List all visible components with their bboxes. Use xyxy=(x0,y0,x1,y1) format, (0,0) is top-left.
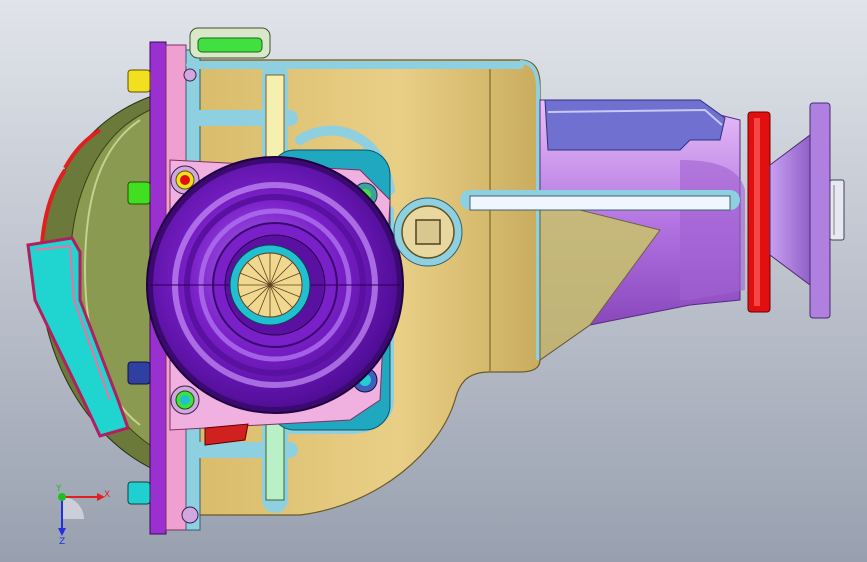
yellow-bolt-icon xyxy=(127,69,151,93)
pipe-highlight-horizontal xyxy=(469,195,731,211)
red-seal-highlight xyxy=(754,118,760,306)
y-axis-icon xyxy=(58,493,66,501)
flange-nut xyxy=(829,179,845,241)
bottom-boss xyxy=(181,506,199,524)
breather-cap[interactable] xyxy=(189,27,271,59)
z-axis-label: Z xyxy=(59,537,65,547)
model-canvas[interactable]: X Y Z xyxy=(0,0,867,562)
green-bolt-icon xyxy=(127,181,151,205)
top-boss xyxy=(183,68,197,82)
blue-bolt-icon xyxy=(127,361,151,385)
pipe-highlight-top xyxy=(265,74,285,161)
cad-3d-viewport[interactable]: X Y Z xyxy=(0,0,867,562)
x-axis-label: X xyxy=(104,490,110,500)
differential-cover[interactable] xyxy=(146,156,404,414)
pipe-highlight-bottom xyxy=(265,419,285,501)
drain-plug[interactable] xyxy=(393,197,463,267)
cyan-bolt-icon xyxy=(127,481,151,505)
square-drive-icon xyxy=(415,219,441,245)
y-axis-label: Y xyxy=(55,484,62,494)
